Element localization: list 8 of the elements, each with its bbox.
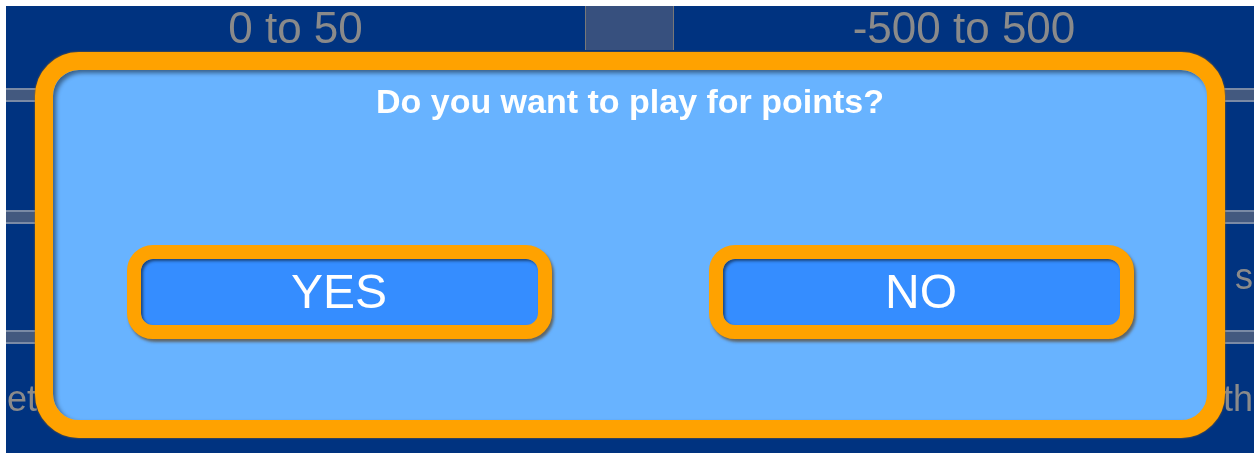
answer-button[interactable]: YES [126,245,552,339]
row-label: s [1235,259,1253,295]
column-header: -500 to 500 [852,6,1076,50]
dialog-title: Do you want to play for points? [375,82,885,121]
column-header: 0 to 50 [228,6,363,50]
row-label: et [7,380,38,417]
answer-button[interactable]: NO [708,245,1134,339]
row-label: th [1222,380,1253,417]
